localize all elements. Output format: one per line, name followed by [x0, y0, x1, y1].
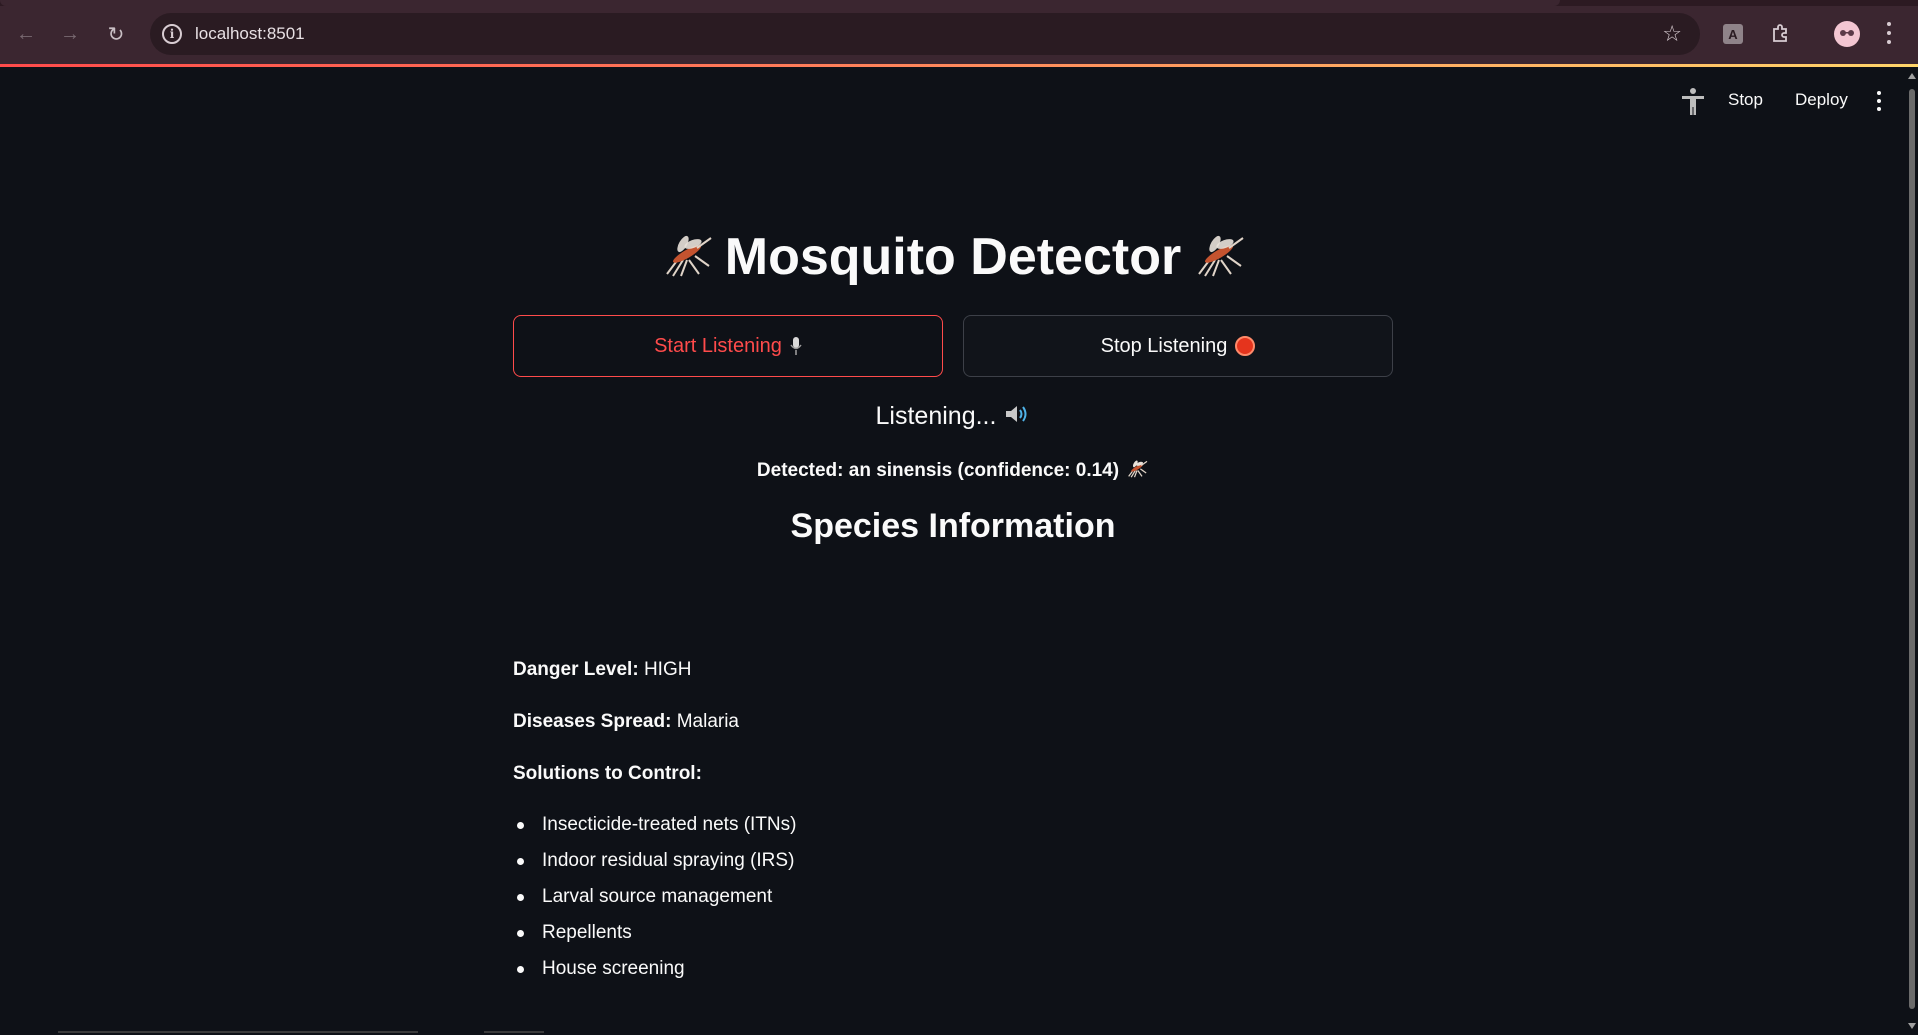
title-text: Mosquito Detector — [724, 228, 1182, 286]
species-information-heading: Species Information — [790, 507, 1116, 545]
profile-avatar[interactable] — [1834, 21, 1860, 47]
stop-listening-label: Stop Listening — [1100, 334, 1228, 357]
danger-level-row: Danger Level: HIGH — [513, 659, 691, 681]
list-item: House screening — [513, 951, 796, 987]
bottom-divider — [58, 1031, 418, 1033]
site-info-icon[interactable]: i — [162, 24, 182, 44]
bookmark-star-icon[interactable]: ☆ — [1662, 21, 1682, 47]
list-item: Indoor residual spraying (IRS) — [513, 843, 796, 879]
diseases-value: Malaria — [676, 711, 740, 732]
listening-status: Listening... — [513, 402, 1393, 431]
accessibility-icon[interactable] — [1680, 87, 1706, 117]
url-text[interactable]: localhost:8501 — [195, 24, 305, 44]
list-item: Repellents — [513, 915, 796, 951]
danger-level-label: Danger Level: — [513, 659, 639, 680]
browser-toolbar: ← → ↻ i localhost:8501 ☆ A — [0, 0, 1918, 64]
list-item: Larval source management — [513, 879, 796, 915]
active-tab[interactable] — [0, 0, 1560, 6]
scrollbar-thumb[interactable] — [1909, 89, 1915, 1009]
scroll-up-arrow-icon[interactable] — [1908, 73, 1916, 79]
listening-status-text: Listening... — [875, 402, 997, 430]
stop-listening-button[interactable]: Stop Listening — [963, 315, 1393, 377]
address-bar[interactable]: i localhost:8501 ☆ — [150, 13, 1700, 55]
speaker-icon — [1006, 406, 1027, 423]
scroll-down-arrow-icon[interactable] — [1908, 1023, 1916, 1029]
solutions-row: Solutions to Control: — [513, 763, 702, 785]
mosquito-icon — [1198, 236, 1244, 277]
solutions-list: Insecticide-treated nets (ITNs) Indoor r… — [513, 807, 796, 987]
page-scrollbar[interactable] — [1906, 67, 1918, 1035]
microphone-icon — [790, 337, 802, 355]
mosquito-icon — [1128, 460, 1148, 478]
start-listening-button[interactable]: Start Listening — [513, 315, 943, 377]
back-icon[interactable]: ← — [10, 18, 42, 50]
solutions-label: Solutions to Control: — [513, 763, 702, 784]
list-item: Insecticide-treated nets (ITNs) — [513, 807, 796, 843]
deploy-button[interactable]: Deploy — [1795, 90, 1848, 110]
page-title: Mosquito Detector — [513, 227, 1393, 287]
detection-result-text: Detected: an sinensis (confidence: 0.14) — [756, 460, 1120, 481]
extensions-puzzle-icon[interactable] — [1770, 22, 1792, 44]
app-header: Stop Deploy — [0, 67, 1910, 137]
tab-strip — [0, 0, 1918, 6]
stop-app-button[interactable]: Stop — [1728, 90, 1763, 110]
reload-icon[interactable]: ↻ — [100, 18, 132, 50]
translate-extension-icon[interactable]: A — [1723, 24, 1743, 44]
red-circle-icon — [1235, 336, 1256, 356]
diseases-row: Diseases Spread: Malaria — [513, 711, 739, 733]
mosquito-icon — [665, 236, 712, 277]
detection-result: Detected: an sinensis (confidence: 0.14) — [513, 460, 1393, 482]
start-listening-label: Start Listening — [654, 334, 782, 357]
forward-icon[interactable]: → — [54, 18, 86, 50]
app-menu-icon[interactable] — [1875, 91, 1883, 111]
browser-menu-icon[interactable] — [1884, 20, 1894, 46]
bottom-divider — [484, 1031, 544, 1033]
danger-level-value: HIGH — [643, 659, 692, 680]
diseases-label: Diseases Spread: — [513, 711, 672, 732]
